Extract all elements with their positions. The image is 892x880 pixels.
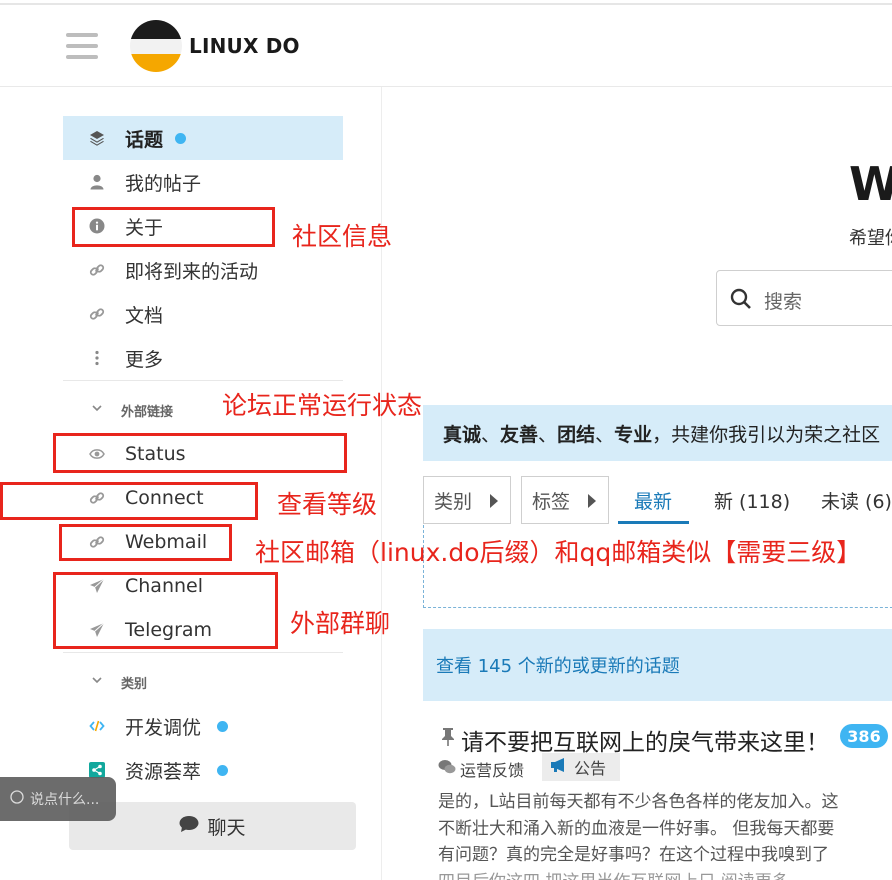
chevron-down-icon [91,402,103,418]
sidebar-item-label: 文档 [125,304,164,327]
active-tab-indicator [618,521,689,524]
annotation-webmail: 社区邮箱（linux.do后缀）和qq邮箱类似【需要三级】 [255,538,862,567]
more-vertical-icon [89,350,105,366]
sidebar-item-events[interactable]: 即将到来的活动 [63,248,343,292]
sidebar-item-my-posts[interactable]: 我的帖子 [63,160,343,204]
section-title: 外部链接 [121,404,174,420]
tab-latest[interactable]: 最新 [634,487,672,514]
annotation-box-webmail [59,524,232,561]
search-placeholder: 搜索 [764,291,803,313]
sidebar-item-label: 开发调优 [125,716,202,739]
filter-label: 类别 [434,490,473,513]
sidebar-item-docs[interactable]: 文档 [63,292,343,336]
sidebar-item-label: 更多 [125,348,164,371]
tab-unread[interactable]: 未读 (6) [821,487,892,514]
banner-text: ，共建你我引以为荣之社区 [652,423,881,446]
page-title: W [849,157,892,211]
annotation-status: 论坛正常运行状态 [222,391,423,420]
page: LINUX DO 话题 我的帖子 关于 即将到来的活动 文档 更多 外部链接 S… [0,0,892,880]
sidebar-item-label: 即将到来的活动 [125,260,259,283]
site-header: LINUX DO [0,5,892,87]
site-brand[interactable]: LINUX DO [189,34,300,58]
annotation-about: 社区信息 [292,222,393,251]
site-logo[interactable] [130,20,182,72]
caret-right-icon [588,494,596,508]
unread-dot [217,720,228,732]
chevron-down-icon [91,674,103,690]
reply-count-badge[interactable]: 386 [840,724,888,748]
megaphone-icon [550,757,568,777]
page-subtitle: 希望你 [849,228,892,249]
hamburger-menu-icon[interactable] [66,33,100,59]
unread-dot [175,132,186,144]
code-icon [89,718,105,734]
community-banner: 真诚、友善、团结、专业 ，共建你我引以为荣之社区 [423,405,892,461]
search-input[interactable]: 搜索 [716,270,892,326]
pin-icon [440,727,456,747]
banner-bold: 团结 [557,423,596,446]
user-icon [89,174,105,190]
chat-quick-input[interactable]: 说点什么... [0,777,116,821]
divider [63,652,343,653]
category-label: 运营反馈 [460,761,525,780]
topic-category[interactable]: 运营反馈 [438,757,524,781]
caret-right-icon [490,494,498,508]
section-title: 类别 [121,676,148,692]
chat-bubble-icon [179,815,199,838]
sidebar-item-label: 资源荟萃 [125,760,202,783]
topic-title[interactable]: 请不要把互联网上的戾气带来这里！ [461,723,829,757]
unread-dot [217,764,228,776]
main-content: W 希望你 搜索 真诚、友善、团结、专业，共建你我引以为荣之社区 类别 标签 最… [383,87,892,880]
message-circle-icon [10,790,24,808]
annotation-groups: 外部群聊 [290,609,391,638]
chat-label: 聊天 [207,816,246,839]
comments-icon [438,759,456,779]
banner-bold: 友善 [500,423,539,446]
excerpt-line: 四目后你这四 把这里当作互联网上只 阅读更多 [438,869,892,880]
tag-label: 公告 [574,759,607,778]
sidebar-item-topics[interactable]: 话题 [63,116,343,160]
sidebar-item-label: 话题 [125,128,164,151]
sidebar-item-label: 我的帖子 [125,172,202,195]
excerpt-line: 是的，L站目前每天都有不少各色各样的佬友加入。这 [438,792,839,812]
link-icon [89,262,105,278]
filter-label: 标签 [532,490,571,513]
excerpt-line: 不断壮大和涌入新的血液是一件好事。 但我每天都要 [438,818,835,839]
excerpt-line: 有问题？真的完全是好事吗？在这个过程中我嗅到了 [438,845,829,865]
annotation-box-groups [53,572,278,649]
category-filter-dropdown[interactable]: 类别 [423,476,511,524]
annotation-box-connect [0,482,258,520]
annotation-box-status [53,433,347,473]
annotation-connect: 查看等级 [277,490,378,519]
sidebar-item-dev[interactable]: 开发调优 [63,704,343,748]
search-icon [729,287,753,311]
topic-tag[interactable]: 公告 [542,753,620,781]
banner-bold: 专业 [614,423,653,446]
banner-bold: 真诚 [443,423,482,446]
new-topics-notice[interactable]: 查看 145 个新的或更新的话题 [423,629,892,701]
layers-icon [89,130,105,146]
share-icon [89,762,105,778]
tab-new[interactable]: 新 (118) [714,487,790,514]
divider [63,380,343,381]
link-icon [89,306,105,322]
annotation-box-about [72,207,275,247]
topic-excerpt[interactable]: 是的，L站目前每天都有不少各色各样的佬友加入。这 不断壮大和涌入新的血液是一件好… [438,789,892,880]
sidebar-item-more[interactable]: 更多 [63,336,343,380]
chat-placeholder: 说点什么... [30,792,100,808]
tag-filter-dropdown[interactable]: 标签 [521,476,609,524]
